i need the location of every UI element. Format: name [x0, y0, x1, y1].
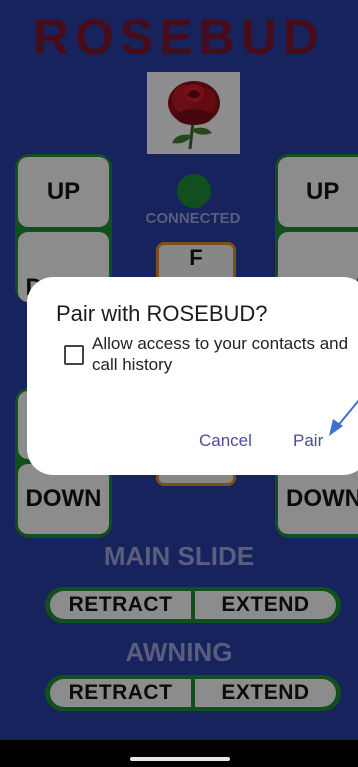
pointer-arrow-icon: [329, 399, 358, 436]
contacts-access-checkbox[interactable]: [64, 345, 84, 365]
cancel-button[interactable]: Cancel: [199, 431, 252, 451]
pair-dialog: Pair with ROSEBUD? Allow access to your …: [27, 277, 358, 475]
pair-button[interactable]: Pair: [293, 431, 323, 451]
contacts-access-label[interactable]: Allow access to your contacts and call h…: [92, 333, 358, 375]
phone-screen: ROSEBUD UP DOWN UP DOWN CONN: [0, 0, 358, 767]
pair-dialog-title: Pair with ROSEBUD?: [56, 301, 268, 326]
system-nav-bar: [0, 740, 358, 767]
home-gesture-handle[interactable]: [130, 757, 230, 761]
